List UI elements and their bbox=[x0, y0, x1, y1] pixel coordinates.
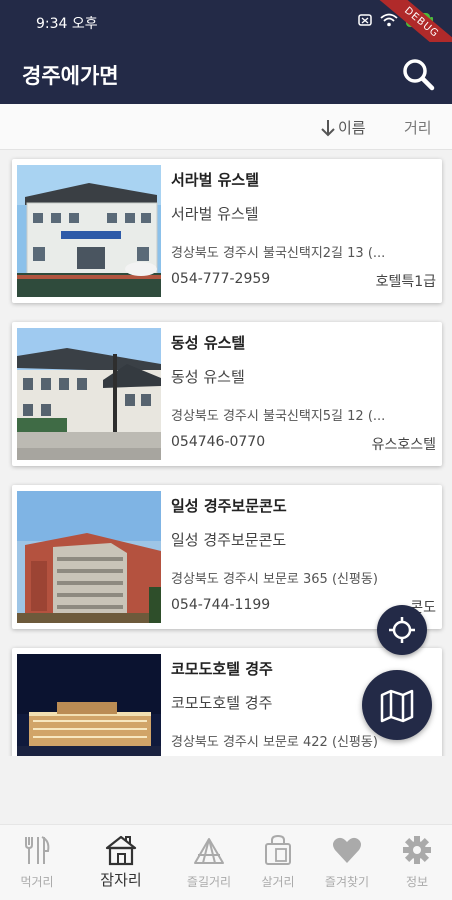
my-location-button[interactable] bbox=[377, 605, 427, 655]
nav-item-favorites[interactable]: 즐겨찾기 bbox=[312, 833, 382, 893]
card-category: 호텔특1급 bbox=[375, 274, 436, 290]
list-item[interactable]: 서라벌 유스텔 서라벌 유스텔 경상북도 경주시 불국신택지2길 13 (...… bbox=[12, 159, 442, 303]
sim-icon bbox=[358, 14, 372, 26]
status-bar: 9:34 오후 100 DEBUG bbox=[0, 0, 452, 72]
nav-item-info[interactable]: 정보 bbox=[382, 833, 452, 893]
house-icon bbox=[105, 835, 137, 866]
card-title: 코모도호텔 경주 bbox=[171, 660, 273, 678]
map-icon bbox=[380, 689, 414, 723]
app-title: 경주에가면 bbox=[22, 64, 119, 88]
map-view-button[interactable] bbox=[362, 670, 432, 740]
sort-name-label: 이름 bbox=[338, 119, 366, 137]
sort-by-name-button[interactable]: 이름 bbox=[320, 117, 366, 138]
thumbnail-image bbox=[17, 491, 161, 623]
nav-label: 잠자리 bbox=[100, 871, 142, 889]
nav-item-food[interactable]: 먹거리 bbox=[2, 833, 72, 893]
card-address: 경상북도 경주시 불국신택지5길 12 (... bbox=[171, 409, 386, 424]
shopping-bag-icon bbox=[265, 834, 291, 865]
nav-label: 정보 bbox=[405, 875, 429, 889]
wifi-icon bbox=[380, 13, 398, 27]
search-icon bbox=[403, 59, 435, 91]
thumbnail-image bbox=[17, 654, 161, 756]
tent-icon bbox=[194, 838, 224, 864]
nav-item-activities[interactable]: 즐길거리 bbox=[174, 833, 244, 893]
utensils-icon bbox=[25, 836, 50, 864]
arrow-down-icon bbox=[321, 119, 335, 136]
card-title: 서라벌 유스텔 bbox=[171, 171, 260, 189]
heart-icon bbox=[333, 837, 361, 863]
thumbnail-image bbox=[17, 328, 161, 460]
app-bar: 경주에가면 bbox=[0, 42, 452, 104]
sort-bar: 이름 거리 bbox=[0, 104, 452, 150]
nav-label: 즐길거리 bbox=[186, 875, 232, 889]
card-phone[interactable]: 054-777-2959 bbox=[171, 271, 270, 287]
list-item[interactable]: 일성 경주보문콘도 일성 경주보문콘도 경상북도 경주시 보문로 365 (신평… bbox=[12, 485, 442, 629]
nav-label: 먹거리 bbox=[20, 875, 54, 889]
status-time: 9:34 오후 bbox=[36, 16, 98, 32]
card-phone[interactable]: 054746-0770 bbox=[171, 434, 265, 450]
bottom-navigation: 먹거리 잠자리 즐길거리 살거리 즐겨찾기 정보 bbox=[0, 824, 452, 900]
card-address: 경상북도 경주시 불국신택지2길 13 (... bbox=[171, 246, 386, 261]
sort-by-distance-button[interactable]: 거리 bbox=[404, 117, 432, 138]
nav-item-shopping[interactable]: 살거리 bbox=[243, 833, 313, 893]
card-category: 유스호스텔 bbox=[371, 437, 436, 453]
card-title: 동성 유스텔 bbox=[171, 334, 246, 352]
accommodation-list[interactable]: 서라벌 유스텔 서라벌 유스텔 경상북도 경주시 불국신택지2길 13 (...… bbox=[0, 150, 452, 756]
card-phone[interactable]: 054-744-1199 bbox=[171, 597, 270, 613]
thumbnail-image bbox=[17, 165, 161, 297]
card-subtitle: 서라벌 유스텔 bbox=[171, 205, 259, 223]
nav-label: 살거리 bbox=[261, 875, 295, 889]
search-button[interactable] bbox=[398, 54, 438, 94]
nav-label: 즐겨찾기 bbox=[324, 875, 370, 889]
nav-item-lodging[interactable]: 잠자리 bbox=[86, 833, 156, 893]
gear-icon bbox=[403, 836, 431, 864]
list-item[interactable]: 동성 유스텔 동성 유스텔 경상북도 경주시 불국신택지5길 12 (... 0… bbox=[12, 322, 442, 466]
card-subtitle: 코모도호텔 경주 bbox=[171, 694, 273, 712]
card-address: 경상북도 경주시 보문로 365 (신평동) bbox=[171, 572, 378, 587]
card-subtitle: 일성 경주보문콘도 bbox=[171, 531, 287, 549]
card-title: 일성 경주보문콘도 bbox=[171, 497, 287, 515]
crosshair-icon bbox=[389, 617, 415, 643]
card-subtitle: 동성 유스텔 bbox=[171, 368, 245, 386]
